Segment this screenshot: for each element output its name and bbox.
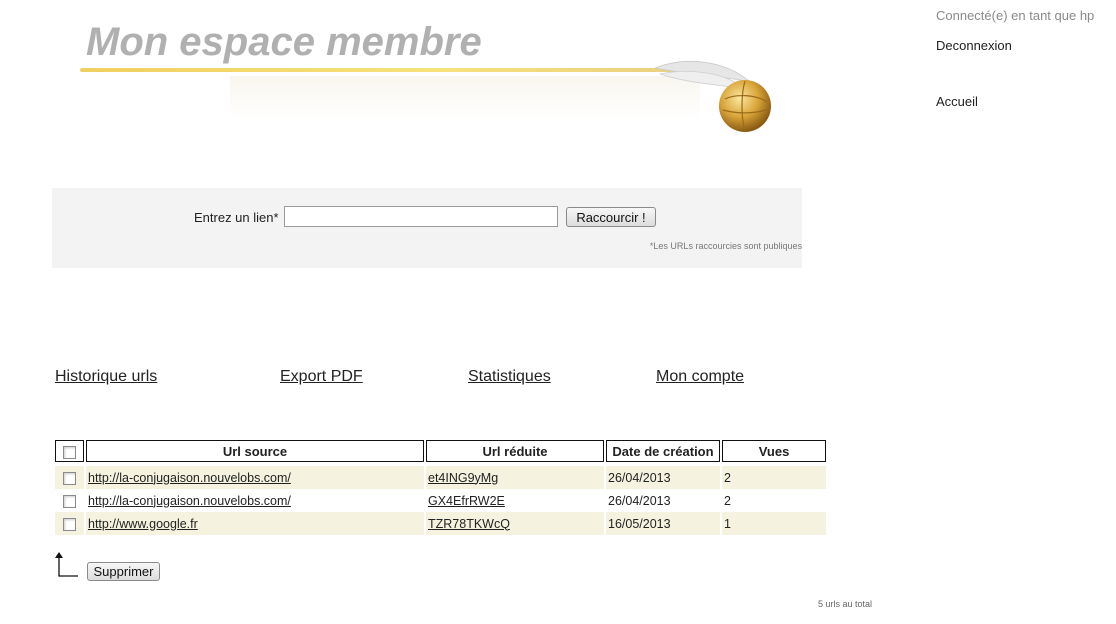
- header-url-short[interactable]: Url réduite: [426, 440, 604, 462]
- row-checkbox[interactable]: [63, 471, 76, 485]
- row-select-cell: [55, 512, 84, 535]
- url-short-cell: et4ING9yMg: [426, 466, 604, 489]
- row-select-cell: [55, 466, 84, 489]
- views-cell: 2: [722, 489, 826, 512]
- table-header-row: Url source Url réduite Date de création …: [55, 440, 826, 462]
- connected-as-text: Connecté(e) en tant que hp: [936, 8, 1095, 23]
- urls-table: Url source Url réduite Date de création …: [53, 440, 828, 535]
- logout-link[interactable]: Deconnexion: [936, 38, 1012, 53]
- link-input[interactable]: [284, 206, 558, 227]
- nav-export-pdf-link[interactable]: Export PDF: [280, 368, 363, 386]
- public-urls-note: *Les URLs raccourcies sont publiques: [649, 241, 802, 251]
- url-short-cell: GX4EfrRW2E: [426, 489, 604, 512]
- select-all-checkbox[interactable]: [63, 445, 76, 459]
- url-source-link[interactable]: http://www.google.fr: [88, 517, 198, 531]
- nav-history-link[interactable]: Historique urls: [55, 368, 157, 386]
- date-cell: 16/05/2013: [606, 512, 720, 535]
- row-checkbox[interactable]: [63, 494, 76, 508]
- banner-fade: [230, 76, 700, 120]
- banner-title: Mon espace membre: [86, 20, 482, 64]
- table-row: http://la-conjugaison.nouvelobs.com/ GX4…: [55, 489, 826, 512]
- url-short-link[interactable]: GX4EfrRW2E: [428, 494, 505, 508]
- date-cell: 26/04/2013: [606, 466, 720, 489]
- row-select-cell: [55, 489, 84, 512]
- url-short-cell: TZR78TKWcQ: [426, 512, 604, 535]
- table-row: http://la-conjugaison.nouvelobs.com/ et4…: [55, 466, 826, 489]
- shortener-panel: Entrez un lien* Raccourcir ! *Les URLs r…: [52, 188, 802, 268]
- user-box: Connecté(e) en tant que hp Deconnexion A…: [936, 8, 1095, 109]
- nav-statistics-link[interactable]: Statistiques: [468, 368, 551, 386]
- header-url-source[interactable]: Url source: [86, 440, 424, 462]
- delete-button[interactable]: Supprimer: [87, 562, 160, 581]
- site-banner: Mon espace membre: [80, 18, 780, 132]
- nav-account-link[interactable]: Mon compte: [656, 368, 744, 386]
- corner-up-arrow-icon: [55, 552, 78, 577]
- shorten-button[interactable]: Raccourcir !: [566, 207, 656, 227]
- url-source-link[interactable]: http://la-conjugaison.nouvelobs.com/: [88, 471, 291, 485]
- url-short-link[interactable]: et4ING9yMg: [428, 471, 498, 485]
- total-urls-count: 5 urls au total: [818, 599, 873, 609]
- select-all-header: [55, 440, 84, 462]
- header-views[interactable]: Vues: [722, 440, 826, 462]
- home-link[interactable]: Accueil: [936, 94, 978, 109]
- url-source-cell: http://la-conjugaison.nouvelobs.com/: [86, 489, 424, 512]
- table-row: http://www.google.fr TZR78TKWcQ 16/05/20…: [55, 512, 826, 535]
- row-checkbox[interactable]: [63, 517, 76, 531]
- views-cell: 2: [722, 466, 826, 489]
- link-input-label: Entrez un lien*: [194, 210, 279, 225]
- views-cell: 1: [722, 512, 826, 535]
- golden-snitch-icon: [655, 60, 771, 132]
- url-source-cell: http://la-conjugaison.nouvelobs.com/: [86, 466, 424, 489]
- date-cell: 26/04/2013: [606, 489, 720, 512]
- url-source-cell: http://www.google.fr: [86, 512, 424, 535]
- url-source-link[interactable]: http://la-conjugaison.nouvelobs.com/: [88, 494, 291, 508]
- banner-gold-line: [80, 68, 680, 72]
- header-date[interactable]: Date de création: [606, 440, 720, 462]
- url-short-link[interactable]: TZR78TKWcQ: [428, 517, 510, 531]
